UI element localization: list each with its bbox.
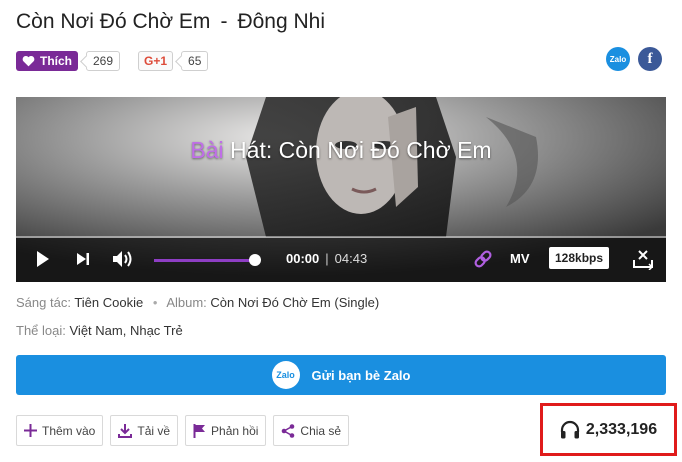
time-divider: | <box>325 251 329 266</box>
download-button[interactable]: Tải về <box>110 415 179 446</box>
send-zalo-label: Gửi bạn bè Zalo <box>311 367 411 383</box>
gplus-button[interactable]: G+1 <box>138 51 174 71</box>
like-button[interactable]: Thích <box>16 51 78 71</box>
composer-link[interactable]: Tiên Cookie <box>74 295 143 310</box>
lyric-text: Hát: Còn Nơi Đó Chờ Em <box>223 137 492 163</box>
like-count: 269 <box>86 51 121 71</box>
feedback-button[interactable]: Phản hồi <box>185 415 267 446</box>
mv-button[interactable]: MV <box>510 251 530 266</box>
download-icon <box>118 423 133 438</box>
zalo-logo-icon: Zalo <box>271 361 300 389</box>
lyric-line: Bài Hát: Còn Nơi Đó Chờ Em <box>16 137 666 164</box>
headphones-icon <box>560 420 580 439</box>
facebook-share-icon[interactable]: f <box>638 47 662 71</box>
link-icon[interactable] <box>472 248 494 270</box>
song-meta-row: Sáng tác: Tiên Cookie • Album: Còn Nơi Đ… <box>16 295 379 310</box>
social-bar: Thích 269 G+1 65 <box>16 51 209 71</box>
title-separator: - <box>220 10 228 33</box>
flag-icon <box>193 423 206 438</box>
genre-label: Thể loại: <box>16 323 66 338</box>
time-display: 00:00 | 04:43 <box>286 251 367 266</box>
meta-dot: • <box>152 295 158 310</box>
action-bar: Thêm vào Tải về Phản hồi Chia sẻ <box>16 415 350 446</box>
zalo-share-icon[interactable]: Zalo <box>606 47 630 71</box>
download-label: Tải về <box>137 423 171 438</box>
like-label: Thích <box>40 54 72 68</box>
send-zalo-button[interactable]: Zalo Gửi bạn bè Zalo <box>16 355 666 395</box>
genre-links[interactable]: Việt Nam, Nhạc Trẻ <box>70 323 183 338</box>
expand-icon[interactable] <box>632 248 654 270</box>
add-to-button[interactable]: Thêm vào <box>16 415 104 446</box>
share-icon <box>282 423 295 438</box>
artist-link[interactable]: Đông Nhi <box>237 10 325 33</box>
volume-knob[interactable] <box>249 254 261 266</box>
duration: 04:43 <box>334 251 368 266</box>
plus-icon <box>24 424 37 437</box>
listen-count: 2,333,196 <box>585 420 658 438</box>
gplus-count: 65 <box>181 51 209 71</box>
player-controls: 00:00 | 04:43 MV 128kbps <box>16 238 666 282</box>
volume-icon[interactable] <box>112 249 134 269</box>
album-label: Album: <box>166 295 207 310</box>
volume-slider[interactable] <box>154 259 256 262</box>
next-icon[interactable] <box>76 252 90 266</box>
album-link[interactable]: Còn Nơi Đó Chờ Em (Single) <box>210 295 379 310</box>
lyric-highlight: Bài <box>190 137 224 163</box>
song-title-row: Còn Nơi Đó Chờ Em - Đông Nhi <box>16 10 325 34</box>
genre-row: Thể loại: Việt Nam, Nhạc Trẻ <box>16 323 183 338</box>
share-icons: Zalo f <box>606 47 662 71</box>
music-player: Bài Hát: Còn Nơi Đó Chờ Em 00:00 | 04:43 M… <box>16 97 666 282</box>
play-icon[interactable] <box>36 250 50 268</box>
listen-count-box: 2,333,196 <box>540 403 677 456</box>
current-time: 00:00 <box>286 251 320 266</box>
share-label: Chia sẻ <box>300 423 342 438</box>
song-title: Còn Nơi Đó Chờ Em <box>16 10 211 33</box>
share-button[interactable]: Chia sẻ <box>273 415 350 446</box>
feedback-label: Phản hồi <box>211 423 259 438</box>
heart-icon <box>22 55 35 67</box>
add-to-label: Thêm vào <box>42 423 96 438</box>
composer-label: Sáng tác: <box>16 295 71 310</box>
quality-button[interactable]: 128kbps <box>549 247 610 269</box>
